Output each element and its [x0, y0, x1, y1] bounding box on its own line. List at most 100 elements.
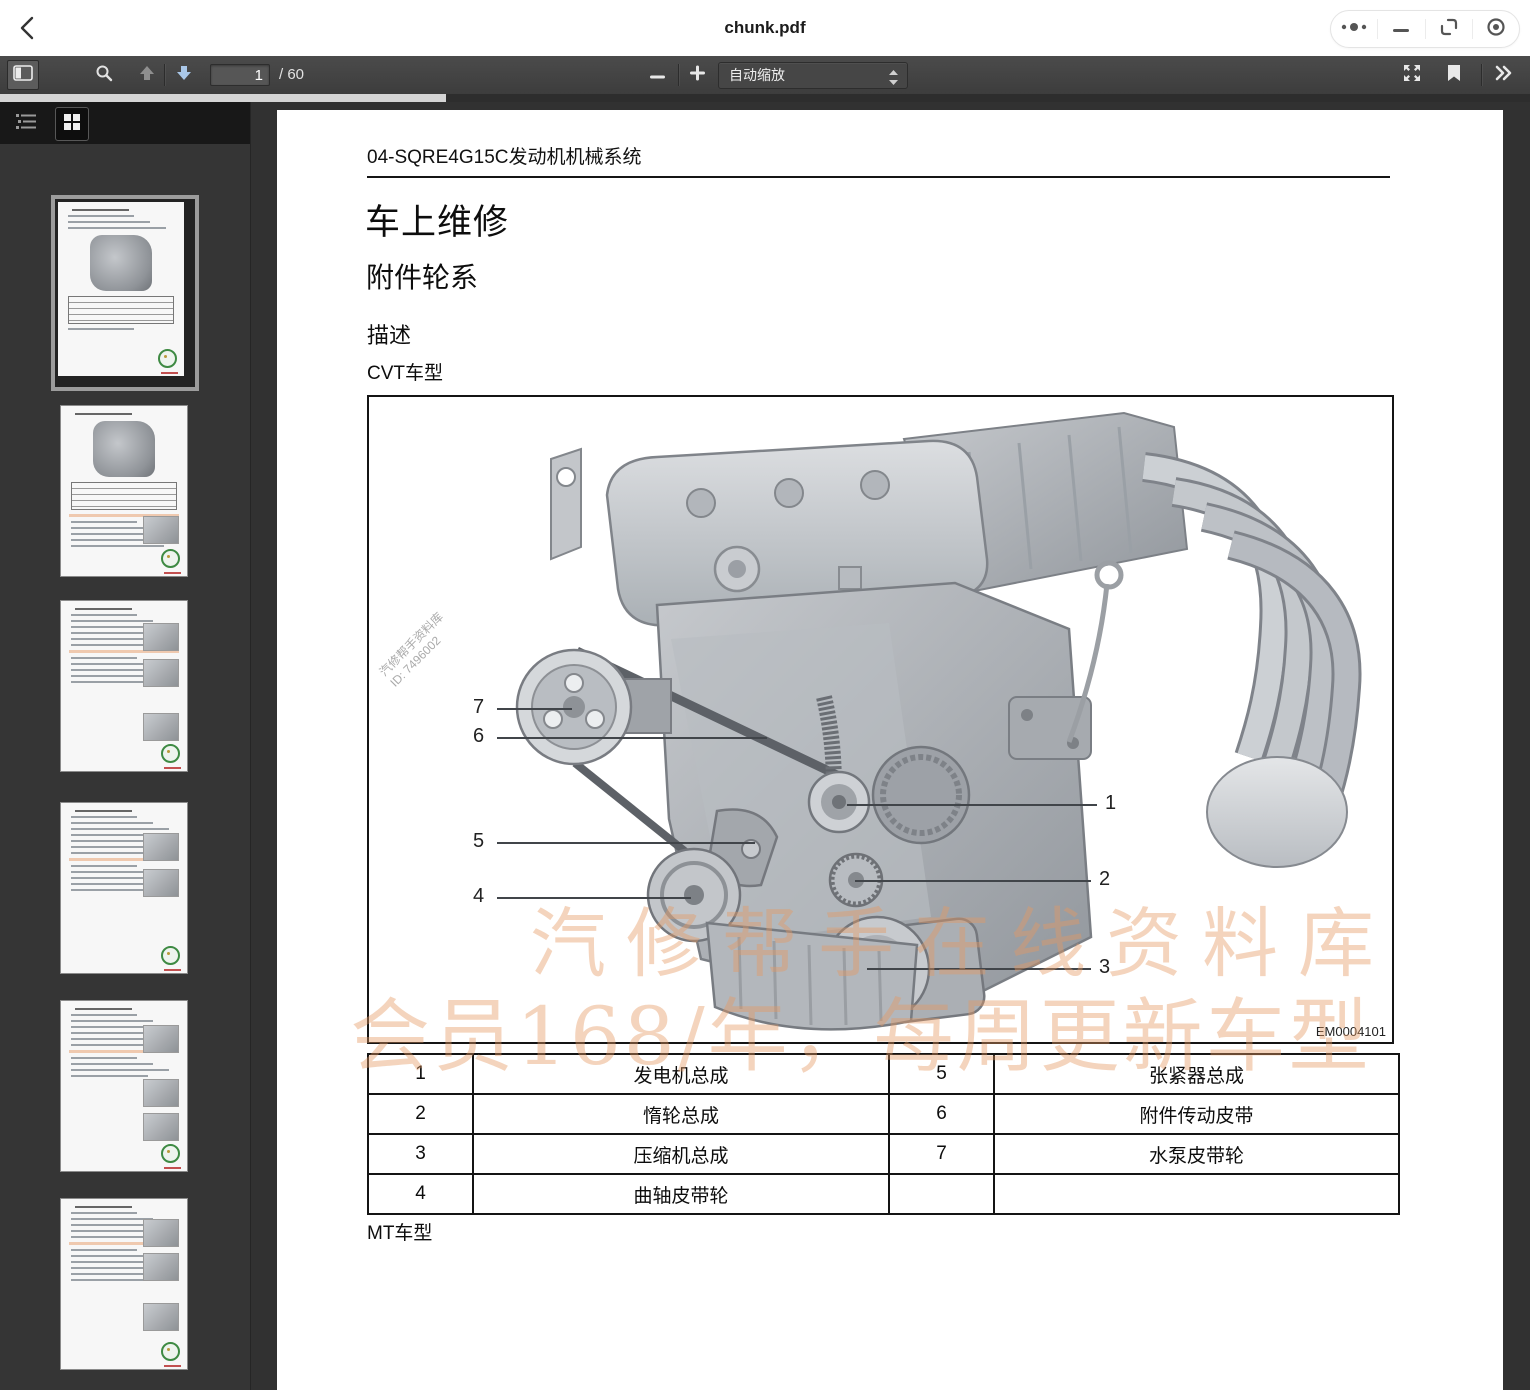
thumbnail-engine-image: [93, 421, 155, 477]
thumbnail-stamp-text: [161, 372, 178, 374]
variant-label-cvt: CVT车型: [367, 358, 443, 385]
arrow-down-icon: [175, 64, 193, 87]
minimize-button[interactable]: [1378, 11, 1424, 47]
thumbnail-text-line: [71, 1212, 137, 1214]
thumbnail-stamp-text: [164, 969, 181, 971]
thumbnail-6[interactable]: [60, 1198, 188, 1370]
thumbnail-text-line: [71, 1075, 148, 1077]
thumbnail-text-line: [71, 1267, 148, 1269]
table-cell: 压缩机总成: [473, 1134, 889, 1174]
thumbnail-image: [143, 713, 179, 741]
thumbnail-4[interactable]: [60, 802, 188, 974]
zoom-in-button[interactable]: [682, 60, 714, 90]
table-cell: 3: [368, 1134, 473, 1174]
window-controls-capsule: [1330, 10, 1520, 48]
page-up-button[interactable]: [131, 60, 163, 90]
table-cell: [994, 1174, 1399, 1214]
search-icon: [95, 64, 113, 87]
record-button[interactable]: [1473, 11, 1519, 47]
callout-1: 1: [1105, 792, 1116, 815]
table-cell: 7: [889, 1134, 994, 1174]
thumbnail-text-line: [71, 828, 169, 830]
presentation-mode-button[interactable]: [1396, 60, 1428, 90]
thumbnail-text-line: [71, 545, 164, 547]
thumbnail-image: [143, 1079, 179, 1107]
minimize-icon: [1392, 20, 1410, 38]
outline-icon: [15, 112, 37, 135]
thumbnail-text-line: [71, 1063, 153, 1065]
thumbnail-image: [143, 1253, 179, 1281]
table-cell: 曲轴皮带轮: [473, 1174, 889, 1214]
thumbnail-text-line: [71, 871, 153, 873]
thumbnail-text-line: [71, 1069, 169, 1071]
table-cell: 惰轮总成: [473, 1094, 889, 1134]
thumbnail-stamp: [158, 349, 177, 368]
thumbnail-stamp-text: [164, 1365, 181, 1367]
thumbnail-text-line: [71, 1230, 148, 1232]
more-tools-button[interactable]: [1488, 60, 1520, 90]
sidebar-icon: [13, 65, 33, 86]
chevron-updown-icon: [889, 68, 898, 93]
more-options-button[interactable]: [1331, 11, 1377, 47]
thumbnail-text-line: [68, 215, 134, 217]
viewer[interactable]: 04-SQRE4G15C发动机机械系统 车上维修 附件轮系 描述 CVT车型: [251, 102, 1530, 1390]
toggle-sidebar-button[interactable]: [7, 60, 39, 90]
thumbnail-text-line: [71, 657, 137, 659]
bookmark-icon: [1447, 64, 1461, 87]
plus-icon: [690, 65, 706, 86]
double-chevron-icon: [1494, 65, 1514, 86]
thumbnail-text-line: [71, 663, 153, 665]
zoom-select[interactable]: 自动缩放: [718, 62, 908, 89]
thumbnail-stamp: [161, 549, 180, 568]
thumbnail-stamp: [161, 744, 180, 763]
section-rule: [367, 176, 1390, 178]
thumbnail-text-line: [71, 834, 148, 836]
thumbnail-image: [143, 623, 179, 651]
dots-icon: [1339, 20, 1369, 39]
thumbnail-table: [68, 296, 174, 324]
thumbnail-text-line: [68, 328, 134, 330]
thumbnail-text-line: [71, 620, 153, 622]
thumbnail-1[interactable]: [51, 195, 199, 391]
thumbnail-stamp-text: [164, 1167, 181, 1169]
thumbnail-image: [143, 659, 179, 687]
table-row: 2 惰轮总成 6 附件传动皮带: [368, 1094, 1399, 1134]
thumbnail-2[interactable]: [60, 405, 188, 577]
thumbnail-image: [143, 1219, 179, 1247]
variant-label-mt: MT车型: [367, 1218, 432, 1245]
thumbnail-text-line: [71, 1020, 153, 1022]
table-cell: [889, 1174, 994, 1214]
thumbnail-image: [143, 1113, 179, 1141]
thumbnail-list: [0, 144, 250, 1390]
table-cell: 6: [889, 1094, 994, 1134]
page-number-input[interactable]: [210, 64, 270, 86]
thumbnail-view-button[interactable]: [55, 107, 89, 141]
thumbnail-text-line: [71, 521, 137, 523]
fullscreen-icon: [1402, 63, 1422, 88]
thumbnail-text-line: [71, 816, 137, 818]
thumbnail-text-line: [71, 1044, 143, 1046]
table-cell: 水泵皮带轮: [994, 1134, 1399, 1174]
thumbnail-text-line: [68, 221, 150, 223]
table-cell: 4: [368, 1174, 473, 1214]
thumbnail-stamp-text: [164, 767, 181, 769]
thumbnail-stamp-text: [164, 572, 181, 574]
callout-7: 7: [473, 696, 484, 719]
table-cell: 附件传动皮带: [994, 1094, 1399, 1134]
thumbnail-5[interactable]: [60, 1000, 188, 1172]
table-cell: 2: [368, 1094, 473, 1134]
table-row: 4 曲轴皮带轮: [368, 1174, 1399, 1214]
restore-window-button[interactable]: [1426, 11, 1472, 47]
thumbnail-text-line: [71, 614, 137, 616]
bookmark-button[interactable]: [1438, 60, 1470, 90]
thumbnail-3[interactable]: [60, 600, 188, 772]
outline-view-button[interactable]: [10, 107, 42, 139]
section-header: 04-SQRE4G15C发动机机械系统: [367, 142, 642, 169]
page-down-button[interactable]: [168, 60, 200, 90]
thumbnail-text-line: [71, 846, 143, 848]
zoom-out-button[interactable]: [642, 60, 674, 90]
search-button[interactable]: [88, 60, 120, 90]
thumbnail-text-line: [71, 1014, 137, 1016]
watermark-line-2: 会员168/年，每周更新车型: [350, 972, 1372, 1088]
page-title: 车上维修: [365, 194, 509, 245]
